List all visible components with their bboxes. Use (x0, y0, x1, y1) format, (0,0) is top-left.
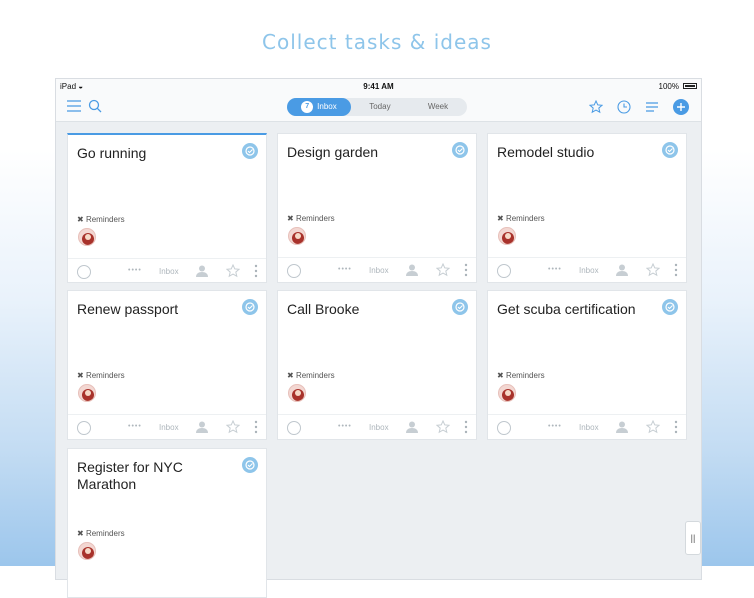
task-title[interactable]: Call Brooke (287, 301, 447, 318)
check-icon[interactable] (662, 299, 678, 315)
card-list-location[interactable]: Inbox (579, 266, 599, 275)
task-title[interactable]: Go running (77, 145, 237, 162)
task-title[interactable]: Design garden (287, 144, 447, 161)
complete-checkbox[interactable] (77, 421, 91, 435)
priority-dots[interactable]: •••• (128, 423, 142, 430)
check-icon[interactable] (662, 142, 678, 158)
more-icon[interactable] (464, 420, 468, 434)
more-icon[interactable] (254, 420, 258, 434)
star-icon[interactable] (646, 263, 660, 277)
complete-checkbox[interactable] (497, 264, 511, 278)
avatar (78, 228, 96, 246)
assign-person-icon[interactable] (615, 420, 629, 434)
more-icon[interactable] (254, 264, 258, 278)
list-label: ✖ Reminders (287, 371, 335, 380)
card-footer: •••• Inbox (488, 257, 686, 284)
task-title[interactable]: Get scuba certification (497, 301, 657, 318)
complete-checkbox[interactable] (287, 421, 301, 435)
add-icon[interactable] (673, 99, 689, 115)
card-footer: •••• Inbox (68, 258, 266, 285)
priority-dots[interactable]: •••• (128, 267, 142, 274)
priority-dots[interactable]: •••• (338, 266, 352, 273)
view-segment-control: 7 Inbox Today Week (287, 98, 467, 116)
task-title[interactable]: Renew passport (77, 301, 237, 318)
more-icon[interactable] (674, 420, 678, 434)
list-label: ✖ Reminders (497, 371, 545, 380)
toolbar: 7 Inbox Today Week (56, 93, 701, 122)
complete-checkbox[interactable] (287, 264, 301, 278)
battery-percent: 100% (658, 82, 679, 91)
star-icon[interactable] (589, 100, 603, 114)
tab-inbox[interactable]: 7 Inbox (287, 98, 351, 116)
assign-person-icon[interactable] (405, 263, 419, 277)
search-icon[interactable] (88, 99, 102, 113)
assign-person-icon[interactable] (615, 263, 629, 277)
card-footer: •••• Inbox (68, 414, 266, 441)
star-icon[interactable] (436, 263, 450, 277)
inbox-count-badge: 7 (301, 101, 314, 113)
assign-person-icon[interactable] (195, 264, 209, 278)
battery-icon (683, 83, 697, 89)
task-card[interactable]: Remodel studio ✖ Reminders •••• Inbox (487, 133, 687, 283)
star-icon[interactable] (646, 420, 660, 434)
headline: Collect tasks & ideas (262, 30, 492, 54)
tab-week[interactable]: Week (409, 98, 467, 116)
list-icon[interactable] (645, 100, 659, 114)
star-icon[interactable] (226, 420, 240, 434)
avatar (78, 542, 96, 560)
task-title[interactable]: Register for NYC Marathon (77, 459, 237, 493)
card-footer: •••• Inbox (278, 257, 476, 284)
card-list-location[interactable]: Inbox (159, 423, 179, 432)
menu-icon[interactable] (66, 99, 82, 113)
task-card[interactable]: Register for NYC Marathon ✖ Reminders (67, 448, 267, 598)
star-icon[interactable] (436, 420, 450, 434)
task-title[interactable]: Remodel studio (497, 144, 657, 161)
card-footer: •••• Inbox (278, 414, 476, 441)
tab-today[interactable]: Today (351, 98, 409, 116)
clock-icon[interactable] (617, 100, 631, 114)
priority-dots[interactable]: •••• (548, 423, 562, 430)
task-card[interactable]: Call Brooke ✖ Reminders •••• Inbox (277, 290, 477, 440)
list-label: ✖ Reminders (77, 215, 125, 224)
avatar (288, 384, 306, 402)
side-panel-handle[interactable]: || (685, 521, 701, 555)
card-list-location[interactable]: Inbox (369, 423, 389, 432)
check-icon[interactable] (452, 299, 468, 315)
tab-inbox-label: Inbox (317, 102, 337, 111)
check-icon[interactable] (452, 142, 468, 158)
card-list-location[interactable]: Inbox (579, 423, 599, 432)
task-card[interactable]: Get scuba certification ✖ Reminders ••••… (487, 290, 687, 440)
card-footer: •••• Inbox (488, 414, 686, 441)
avatar (498, 384, 516, 402)
check-icon[interactable] (242, 457, 258, 473)
task-card[interactable]: Go running ✖ Reminders •••• Inbox (67, 133, 267, 283)
task-card[interactable]: Design garden ✖ Reminders •••• Inbox (277, 133, 477, 283)
complete-checkbox[interactable] (497, 421, 511, 435)
priority-dots[interactable]: •••• (548, 266, 562, 273)
avatar (78, 384, 96, 402)
assign-person-icon[interactable] (405, 420, 419, 434)
complete-checkbox[interactable] (77, 265, 91, 279)
card-list-location[interactable]: Inbox (369, 266, 389, 275)
priority-dots[interactable]: •••• (338, 423, 352, 430)
list-label: ✖ Reminders (497, 214, 545, 223)
avatar (498, 227, 516, 245)
list-label: ✖ Reminders (287, 214, 335, 223)
card-list-location[interactable]: Inbox (159, 267, 179, 276)
check-icon[interactable] (242, 143, 258, 159)
ipad-screen: iPad ◒ 9:41 AM 100% 7 Inbox Today Week G… (55, 78, 702, 598)
assign-person-icon[interactable] (195, 420, 209, 434)
status-time: 9:41 AM (363, 82, 394, 91)
check-icon[interactable] (242, 299, 258, 315)
status-bar: iPad ◒ 9:41 AM 100% (56, 79, 701, 93)
task-card[interactable]: Renew passport ✖ Reminders •••• Inbox (67, 290, 267, 440)
list-label: ✖ Reminders (77, 371, 125, 380)
star-icon[interactable] (226, 264, 240, 278)
avatar (288, 227, 306, 245)
list-label: ✖ Reminders (77, 529, 125, 538)
more-icon[interactable] (674, 263, 678, 277)
more-icon[interactable] (464, 263, 468, 277)
